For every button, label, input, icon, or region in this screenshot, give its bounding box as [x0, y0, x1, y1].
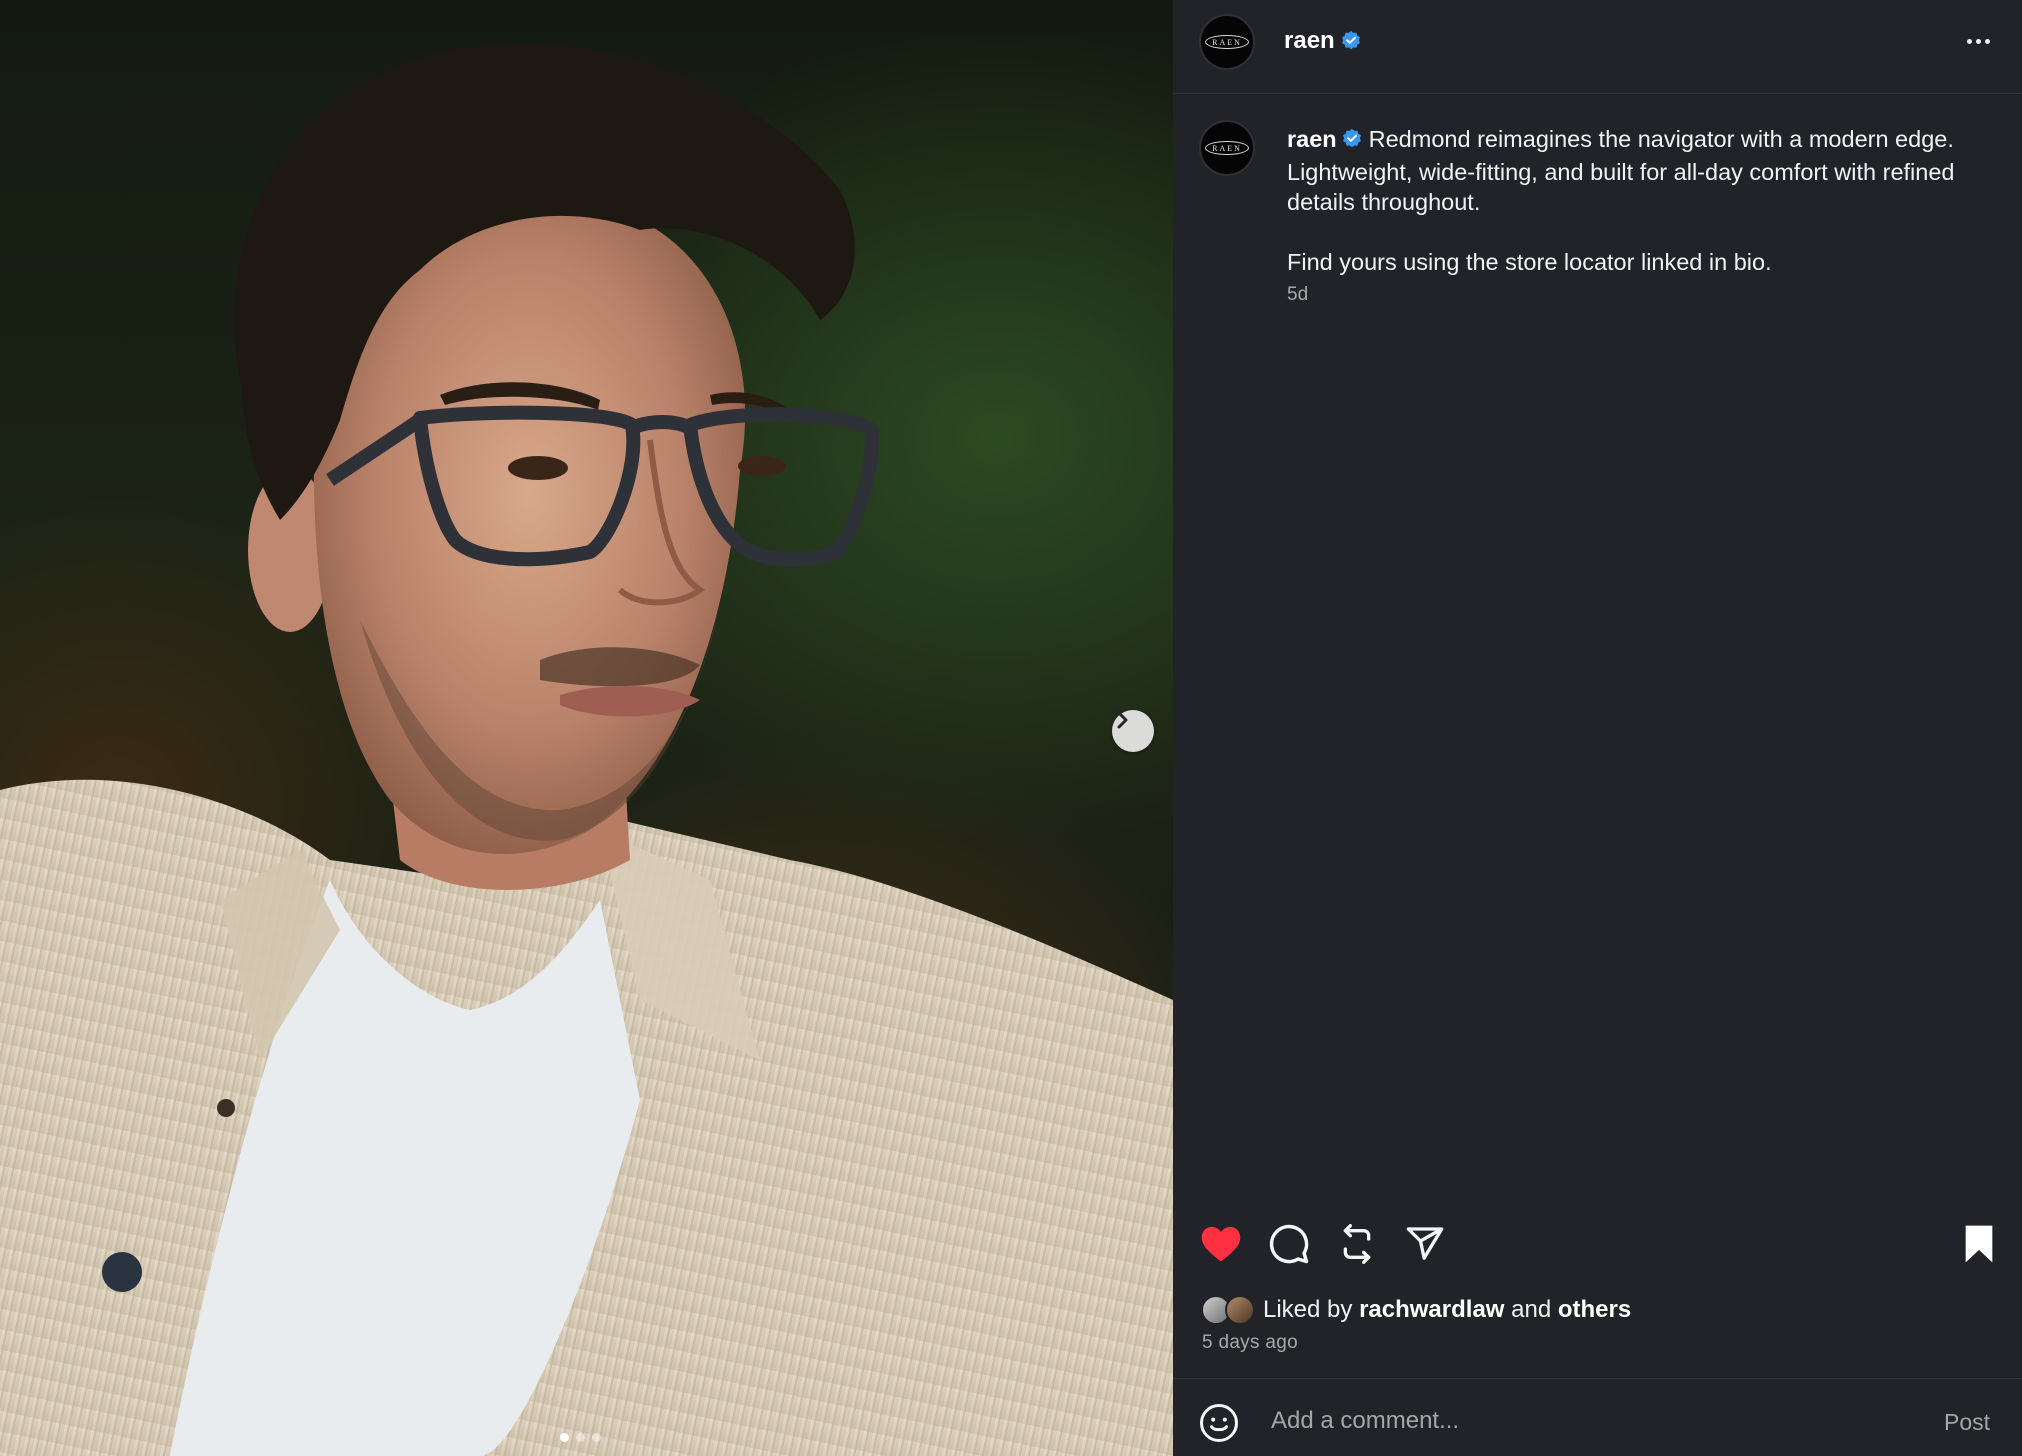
like-button[interactable]	[1197, 1220, 1245, 1268]
emoji-button[interactable]	[1199, 1403, 1239, 1448]
post-side-panel: RAEN raen RAEN raen Redmond reimagines t…	[1173, 0, 2022, 1456]
brand-logo: RAEN	[1205, 35, 1249, 49]
more-icon-dot	[1975, 38, 1981, 44]
post-photo[interactable]	[0, 0, 1173, 1456]
avatar[interactable]: RAEN	[1199, 14, 1255, 70]
comment-icon	[1269, 1224, 1309, 1264]
carousel-next-button[interactable]	[1112, 710, 1154, 752]
liked-by-text: Liked by rachwardlaw and others	[1263, 1296, 1631, 1324]
share-button[interactable]	[1401, 1220, 1449, 1268]
post-caption: raen Redmond reimagines the navigator wi…	[1287, 124, 1987, 277]
carousel-indicator	[560, 1433, 601, 1442]
more-options-button[interactable]	[1957, 26, 1999, 56]
comment-button[interactable]	[1265, 1220, 1313, 1268]
caption-username[interactable]: raen	[1287, 126, 1337, 152]
liked-by-and: and	[1511, 1296, 1552, 1323]
emoji-icon	[1200, 1404, 1238, 1442]
liked-by-prefix: Liked by	[1263, 1296, 1353, 1323]
brand-logo: RAEN	[1205, 141, 1249, 155]
post-date[interactable]: 5 days ago	[1202, 1332, 1298, 1354]
caption-avatar[interactable]: RAEN	[1199, 120, 1255, 176]
liked-by-others-link[interactable]: others	[1558, 1296, 1631, 1323]
comment-input[interactable]	[1271, 1401, 1871, 1441]
carousel-dot	[576, 1433, 585, 1442]
post-actions-bar	[1173, 1220, 2022, 1272]
save-button[interactable]	[1955, 1220, 2003, 1268]
more-icon	[1966, 38, 1972, 44]
liker-avatars[interactable]	[1201, 1293, 1261, 1327]
portrait-illustration	[0, 42, 1173, 1456]
carousel-dot	[560, 1433, 569, 1442]
bookmark-icon	[1965, 1225, 1993, 1263]
repost-icon	[1343, 1224, 1371, 1264]
repost-button[interactable]	[1333, 1220, 1381, 1268]
post-header: RAEN raen	[1173, 0, 2022, 94]
share-icon	[1406, 1227, 1444, 1260]
likes-summary: Liked by rachwardlaw and others	[1201, 1293, 1631, 1327]
heart-icon	[1201, 1226, 1241, 1262]
avatar	[1225, 1295, 1255, 1325]
carousel-dot	[592, 1433, 601, 1442]
caption-timestamp[interactable]: 5d	[1287, 284, 1308, 306]
caption-text: Redmond reimagines the navigator with a …	[1287, 126, 1955, 215]
post-comment-button[interactable]: Post	[1944, 1409, 1990, 1436]
liked-by-username[interactable]: rachwardlaw	[1359, 1296, 1504, 1323]
chevron-right-icon	[1117, 711, 1128, 729]
more-icon-dot	[1984, 38, 1990, 44]
comment-bar: Post	[1173, 1378, 2022, 1456]
caption-text-secondary: Find yours using the store locator linke…	[1287, 249, 1772, 275]
verified-badge-icon	[1342, 30, 1360, 50]
post-author-username[interactable]: raen	[1284, 27, 1335, 55]
verified-badge-icon	[1341, 127, 1363, 157]
